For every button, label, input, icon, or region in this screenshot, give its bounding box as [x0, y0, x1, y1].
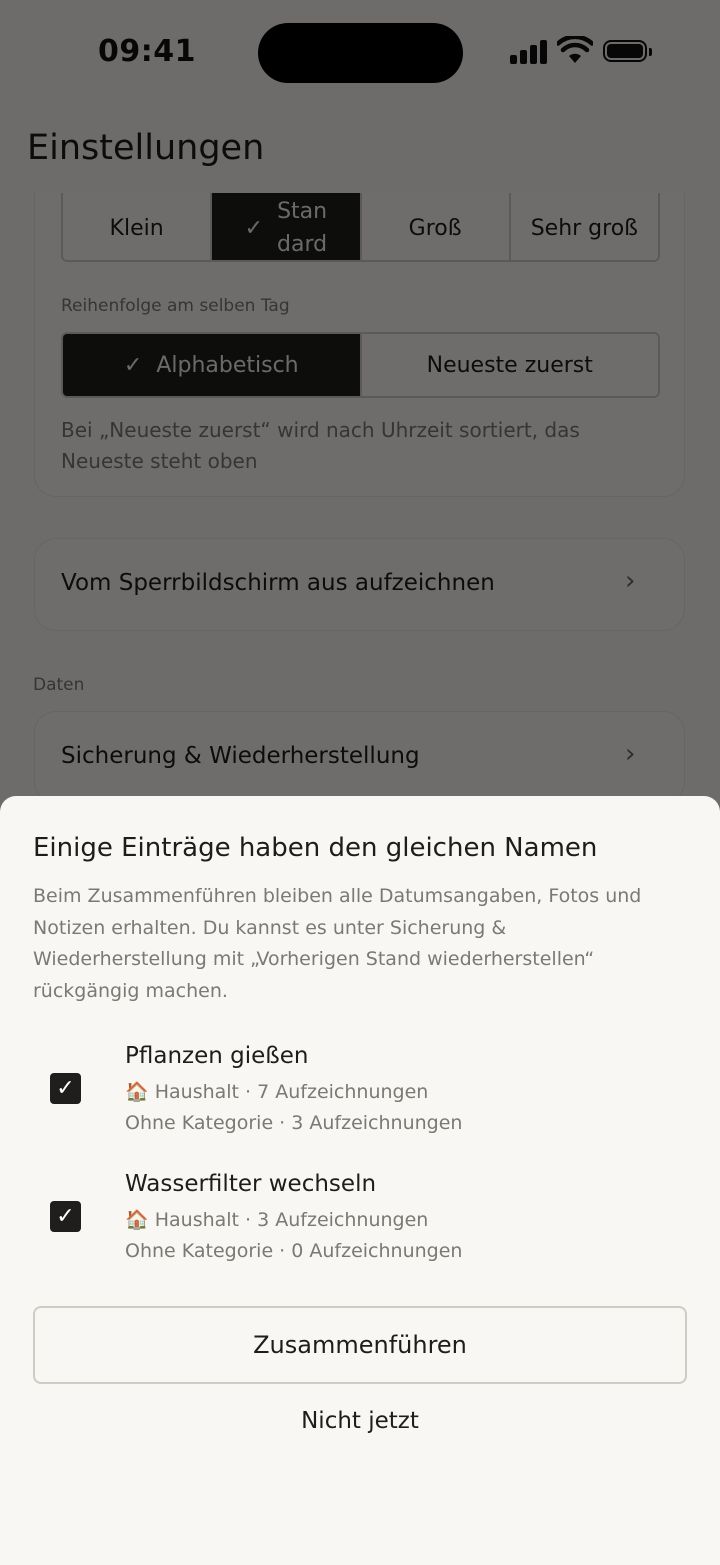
- status-bar: 09:41: [0, 0, 720, 105]
- item-category-line: 🏠 Haushalt · 3 Aufzeichnungen: [125, 1208, 428, 1231]
- house-icon: 🏠: [125, 1081, 149, 1103]
- backup-row[interactable]: Sicherung & Wiederherstellung ›: [34, 711, 685, 804]
- size-option-standard[interactable]: ✓ Stan dard: [210, 193, 360, 260]
- merge-duplicates-sheet: Einige Einträge haben den gleichen Namen…: [0, 796, 720, 1565]
- check-icon: ✓: [56, 1204, 75, 1229]
- size-option-gross[interactable]: Groß: [359, 193, 509, 260]
- chevron-right-icon: ›: [625, 566, 636, 596]
- dynamic-island: [258, 23, 463, 83]
- check-icon: ✓: [56, 1076, 75, 1101]
- check-icon: ✓: [244, 215, 264, 241]
- order-option-neueste[interactable]: Neueste zuerst: [359, 334, 659, 396]
- size-option-sehr-gross[interactable]: Sehr groß: [508, 193, 658, 260]
- item-checkbox[interactable]: ✓: [50, 1073, 81, 1104]
- lockscreen-row-label: Vom Sperrbildschirm aus aufzeichnen: [61, 570, 495, 596]
- duplicate-item: ✓ Pflanzen gießen 🏠 Haushalt · 7 Aufzeic…: [0, 1041, 720, 1151]
- cellular-signal-icon: [510, 40, 548, 64]
- not-now-button[interactable]: Nicht jetzt: [0, 1408, 720, 1434]
- status-time: 09:41: [98, 34, 196, 69]
- order-label: Reihenfolge am selben Tag: [61, 296, 290, 316]
- item-checkbox[interactable]: ✓: [50, 1201, 81, 1232]
- lockscreen-row[interactable]: Vom Sperrbildschirm aus aufzeichnen ›: [34, 538, 685, 631]
- sheet-description: Beim Zusammenführen bleiben alle Datumsa…: [33, 885, 642, 1002]
- item-category-text: Haushalt · 7 Aufzeichnungen: [154, 1081, 429, 1103]
- item-name: Wasserfilter wechseln: [125, 1171, 377, 1197]
- order-option-alphabetisch[interactable]: ✓ Alphabetisch: [63, 334, 360, 396]
- settings-scroll-area[interactable]: Klein ✓ Stan dard Groß Sehr groß Reihenfo…: [0, 193, 720, 813]
- size-option-label: Stan dard: [277, 199, 328, 257]
- item-uncategorized-line: Ohne Kategorie · 3 Aufzeichnungen: [125, 1112, 463, 1134]
- order-option-label: Alphabetisch: [156, 352, 299, 378]
- chevron-right-icon: ›: [625, 739, 636, 769]
- order-note: Bei „Neueste zuerst“ wird nach Uhrzeit s…: [61, 418, 580, 473]
- item-name: Pflanzen gießen: [125, 1043, 309, 1069]
- house-icon: 🏠: [125, 1209, 149, 1231]
- order-segmented-control: ✓ Alphabetisch Neueste zuerst: [61, 332, 660, 398]
- display-settings-card: Klein ✓ Stan dard Groß Sehr groß Reihenfo…: [34, 193, 685, 497]
- wifi-icon: [557, 36, 593, 63]
- battery-icon: [603, 40, 652, 62]
- merge-button[interactable]: Zusammenführen: [33, 1306, 687, 1384]
- item-uncategorized-line: Ohne Kategorie · 0 Aufzeichnungen: [125, 1240, 463, 1262]
- size-option-klein[interactable]: Klein: [63, 193, 210, 260]
- item-category-text: Haushalt · 3 Aufzeichnungen: [154, 1209, 429, 1231]
- item-category-line: 🏠 Haushalt · 7 Aufzeichnungen: [125, 1080, 428, 1103]
- size-segmented-control: Klein ✓ Stan dard Groß Sehr groß: [61, 193, 660, 262]
- check-icon: ✓: [123, 352, 143, 378]
- sheet-title: Einige Einträge haben den gleichen Namen: [33, 833, 598, 863]
- data-section-heading: Daten: [33, 675, 85, 695]
- duplicate-item: ✓ Wasserfilter wechseln 🏠 Haushalt · 3 A…: [0, 1169, 720, 1279]
- page-title: Einstellungen: [27, 128, 265, 168]
- backup-row-label: Sicherung & Wiederherstellung: [61, 743, 420, 769]
